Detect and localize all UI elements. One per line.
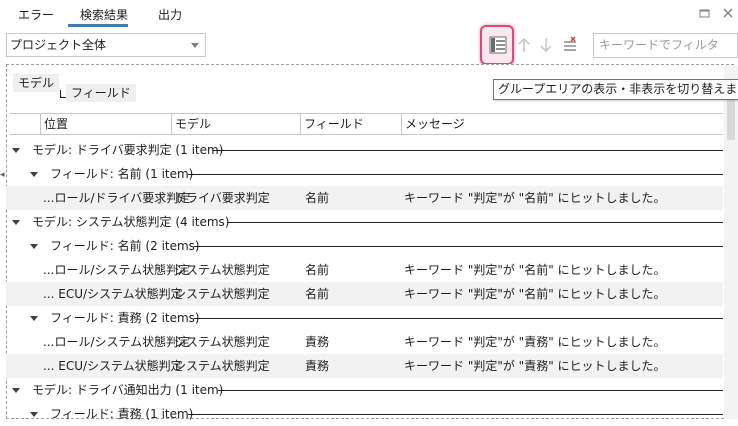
group-row-model[interactable]: モデル: ドライバ要求判定 (1 item): [6, 138, 723, 162]
group-row-field[interactable]: フィールド: 責務 (1 item): [6, 402, 723, 426]
table-row[interactable]: ...ロール/システム状態判定 システム状態判定 責務 キーワード "判定"が …: [6, 330, 723, 354]
group-row-model[interactable]: モデル: システム状態判定 (4 items): [6, 210, 723, 234]
table-row[interactable]: ... ECU/システム状態判定 システム状態判定 責務 キーワード "判定"が…: [6, 354, 723, 378]
cell-model: システム状態判定: [174, 335, 270, 349]
group-divider: [194, 318, 723, 319]
expand-caret-icon[interactable]: [12, 388, 20, 393]
table-row[interactable]: ...ロール/ドライバ要求判定 ドライバ要求判定 名前 キーワード "判定"が …: [6, 186, 723, 210]
expand-caret-icon[interactable]: [30, 244, 38, 249]
expand-caret-icon[interactable]: [12, 148, 20, 153]
column-header-model[interactable]: モデル: [171, 114, 299, 134]
expand-caret-icon[interactable]: [30, 412, 38, 417]
group-label: モデル: ドライバ通知出力 (1 item): [32, 383, 224, 397]
group-label: フィールド: 名前 (2 items): [50, 239, 200, 253]
column-header-message[interactable]: メッセージ: [401, 114, 721, 134]
group-label: モデル: ドライバ要求判定 (1 item): [32, 143, 224, 157]
tab-search-results[interactable]: 検索結果: [80, 6, 128, 23]
group-divider: [218, 390, 723, 391]
group-divider: [194, 246, 723, 247]
table-row[interactable]: ... ECU/システム状態判定 システム状態判定 名前 キーワード "判定"が…: [6, 282, 723, 306]
expand-caret-icon[interactable]: [30, 316, 38, 321]
cell-message: キーワード "判定"が "名前" にヒットしました。: [404, 263, 666, 277]
arrow-up-icon[interactable]: [516, 36, 532, 54]
column-header-location[interactable]: 位置: [40, 114, 170, 134]
cell-location: ... ECU/システム状態判定: [43, 359, 183, 373]
cell-message: キーワード "判定"が "名前" にヒットしました。: [404, 287, 666, 301]
cell-location: ...ロール/システム状態判定: [43, 335, 191, 349]
group-row-field[interactable]: フィールド: 責務 (2 items): [6, 306, 723, 330]
group-divider: [188, 414, 723, 415]
scope-select-value: プロジェクト全体: [10, 38, 107, 52]
arrow-down-icon[interactable]: [538, 36, 554, 54]
group-divider: [227, 222, 723, 223]
cell-field: 名前: [305, 287, 330, 301]
column-header-field[interactable]: フィールド: [300, 114, 400, 134]
cell-field: 責務: [305, 359, 330, 373]
group-divider: [213, 150, 723, 151]
cell-field: 名前: [305, 263, 330, 277]
group-row-field[interactable]: フィールド: 名前 (1 item): [6, 162, 723, 186]
cell-location: ...ロール/システム状態判定: [43, 263, 191, 277]
group-label: フィールド: 責務 (2 items): [50, 311, 200, 325]
expand-caret-icon[interactable]: [12, 220, 20, 225]
cell-model: システム状態判定: [174, 287, 270, 301]
scope-select[interactable]: プロジェクト全体: [6, 33, 206, 57]
tooltip: グループエリアの表示・非表示を切り替えます。: [493, 79, 738, 100]
group-chip-model[interactable]: モデル: [13, 74, 60, 92]
group-label: モデル: システム状態判定 (4 items): [32, 215, 230, 229]
column-header-row: 位置 モデル フィールド メッセージ: [10, 113, 723, 135]
tab-output[interactable]: 出力: [158, 6, 182, 23]
cell-location: ...ロール/ドライバ要求判定: [43, 191, 191, 205]
active-tab-indicator: [68, 24, 128, 27]
cell-location: ... ECU/システム状態判定: [43, 287, 183, 301]
cell-message: キーワード "判定"が "責務" にヒットしました。: [404, 359, 666, 373]
cell-message: キーワード "判定"が "名前" にヒットしました。: [404, 191, 666, 205]
group-divider: [188, 174, 723, 175]
results-tree: モデル: ドライバ要求判定 (1 item) フィールド: 名前 (1 item…: [6, 138, 723, 426]
group-area-toggle-button[interactable]: [480, 25, 514, 65]
table-row[interactable]: ...ロール/システム状態判定 システム状態判定 名前 キーワード "判定"が …: [6, 258, 723, 282]
cell-model: システム状態判定: [174, 359, 270, 373]
group-label: フィールド: 責務 (1 item): [50, 407, 194, 421]
keyword-filter-input[interactable]: キーワードでフィルタ: [593, 33, 738, 58]
cell-field: 責務: [305, 335, 330, 349]
group-area-toggle-icon: [489, 36, 507, 54]
group-row-field[interactable]: フィールド: 名前 (2 items): [6, 234, 723, 258]
group-row-model[interactable]: モデル: ドライバ通知出力 (1 item): [6, 378, 723, 402]
cell-model: ドライバ要求判定: [174, 191, 270, 205]
cell-field: 名前: [305, 191, 330, 205]
group-label: フィールド: 名前 (1 item): [50, 167, 194, 181]
group-chip-field[interactable]: フィールド: [66, 84, 136, 102]
chevron-down-icon: [191, 43, 199, 48]
expand-caret-icon[interactable]: [30, 172, 38, 177]
cell-message: キーワード "判定"が "責務" にヒットしました。: [404, 335, 666, 349]
cell-model: システム状態判定: [174, 263, 270, 277]
tab-errors[interactable]: エラー: [18, 6, 54, 23]
clear-list-icon[interactable]: [562, 36, 578, 54]
window-restore-icon[interactable]: [698, 6, 712, 20]
close-icon[interactable]: [721, 6, 735, 20]
